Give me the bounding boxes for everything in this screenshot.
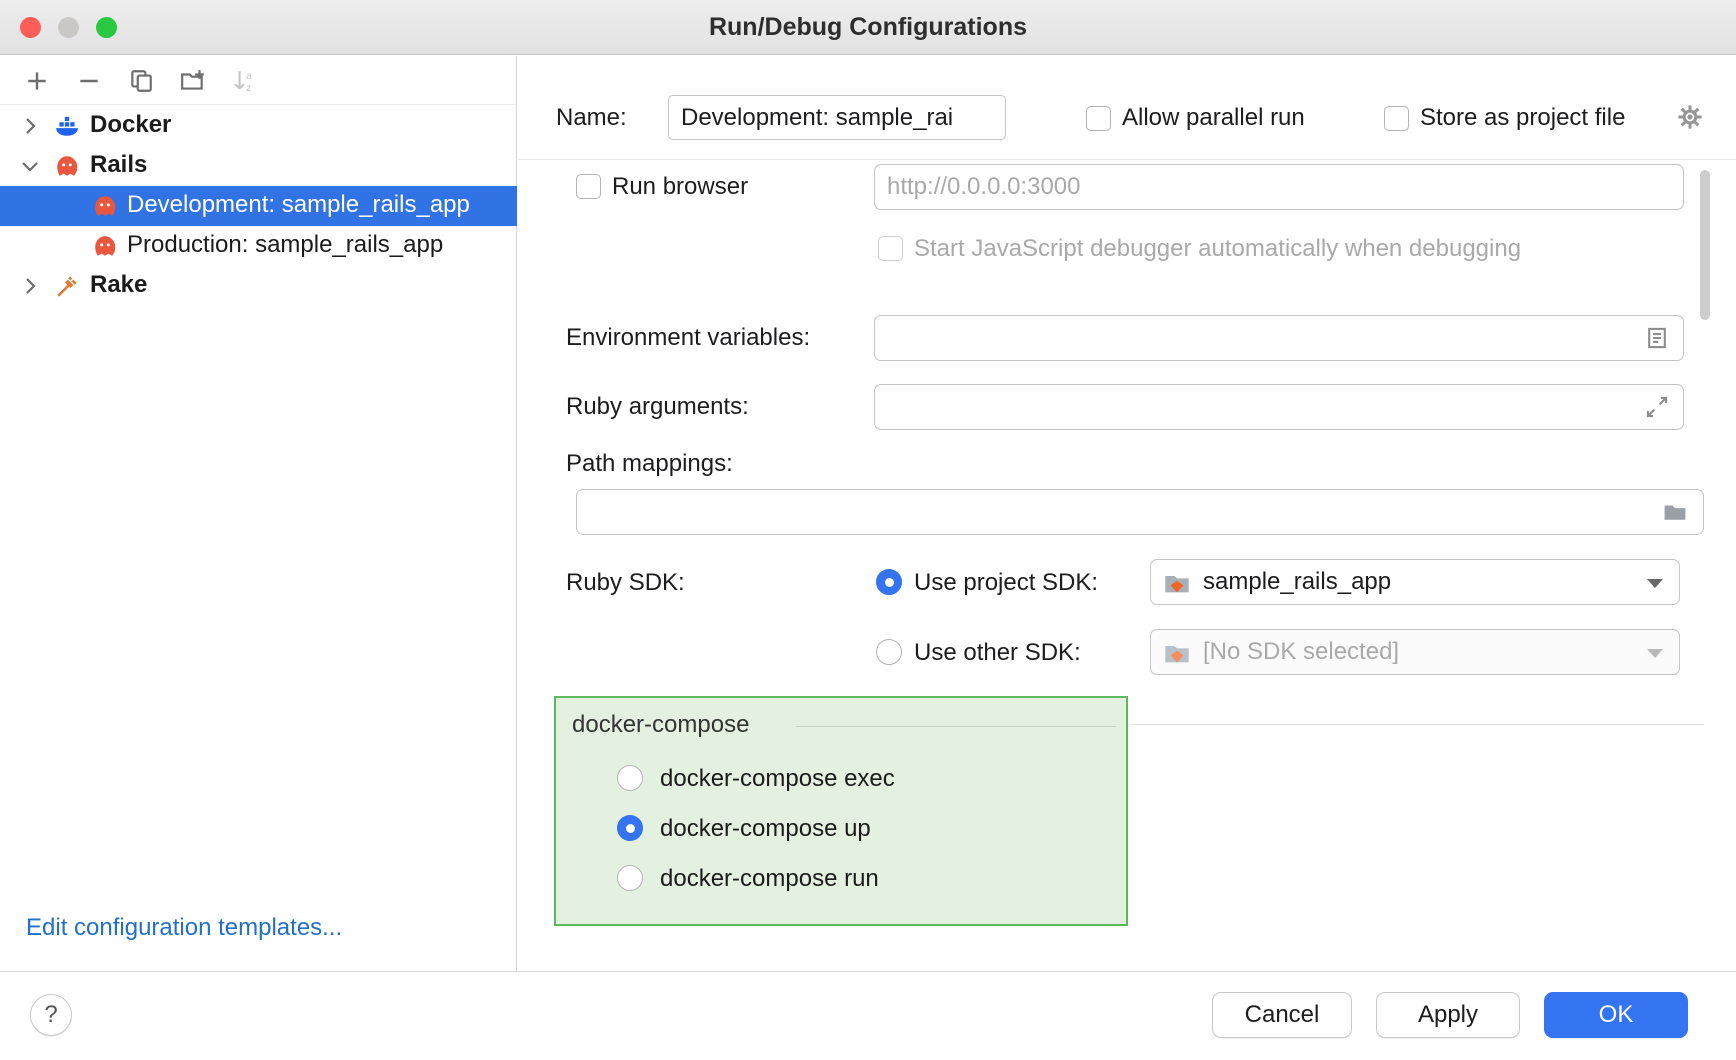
ruby-arguments-label: Ruby arguments:: [566, 393, 749, 421]
store-as-project-file-checkbox[interactable]: [1384, 106, 1409, 131]
help-button[interactable]: ?: [30, 994, 72, 1036]
copy-icon[interactable]: [128, 68, 154, 94]
docker-compose-up-radio[interactable]: [617, 815, 643, 841]
path-mappings-label: Path mappings:: [566, 450, 733, 478]
environment-variables-list-icon[interactable]: [1644, 325, 1670, 351]
ruby-sdk-label: Ruby SDK:: [566, 569, 685, 597]
vertical-scrollbar[interactable]: [1700, 170, 1710, 320]
svg-text:a: a: [246, 71, 252, 82]
chevron-right-icon[interactable]: [18, 114, 42, 138]
docker-compose-separator-line: [1130, 724, 1704, 725]
run-browser-checkbox[interactable]: [576, 174, 601, 199]
name-input[interactable]: [668, 95, 1006, 140]
rails-icon: [54, 153, 80, 179]
project-sdk-combobox[interactable]: sample_rails_app: [1150, 559, 1680, 605]
apply-button[interactable]: Apply: [1376, 992, 1520, 1038]
environment-variables-label: Environment variables:: [566, 324, 810, 352]
expand-field-icon[interactable]: [1644, 394, 1670, 420]
tree-item-rake[interactable]: Rake: [0, 266, 517, 306]
chevron-down-icon: [1647, 649, 1663, 658]
gear-icon[interactable]: [1676, 103, 1704, 131]
sort-alphabetically-icon[interactable]: az: [232, 68, 258, 94]
start-js-debugger-label: Start JavaScript debugger automatically …: [914, 235, 1521, 263]
path-mappings-input[interactable]: [576, 489, 1704, 535]
window-title: Run/Debug Configurations: [0, 0, 1736, 55]
edit-configuration-templates-link[interactable]: Edit configuration templates...: [26, 914, 342, 942]
ruby-sdk-gem-icon: [1163, 639, 1191, 667]
store-as-project-file-label: Store as project file: [1420, 104, 1625, 132]
docker-compose-group-title: docker-compose: [572, 711, 749, 739]
chevron-right-icon[interactable]: [18, 274, 42, 298]
ruby-arguments-input[interactable]: [874, 384, 1684, 430]
use-other-sdk-radio[interactable]: [876, 639, 902, 665]
tree-item-production-sample-rails-app[interactable]: Production: sample_rails_app: [0, 226, 517, 266]
other-sdk-value: [No SDK selected]: [1203, 638, 1399, 666]
run-browser-label: Run browser: [612, 173, 748, 201]
tree-item-label: Docker: [90, 111, 171, 139]
docker-icon: [54, 113, 80, 139]
ruby-sdk-gem-icon: [1163, 569, 1191, 597]
chevron-down-icon[interactable]: [18, 154, 42, 178]
run-debug-configurations-dialog: { "window": { "title": "Run/Debug Config…: [0, 0, 1736, 1060]
use-other-sdk-label: Use other SDK:: [914, 639, 1081, 667]
allow-parallel-run-label: Allow parallel run: [1122, 104, 1305, 132]
folder-browse-icon[interactable]: [1662, 499, 1688, 525]
cancel-button[interactable]: Cancel: [1212, 992, 1352, 1038]
other-sdk-combobox: [No SDK selected]: [1150, 629, 1680, 675]
configurations-sidebar: az Docker Rails Development: sample_rail…: [0, 56, 517, 971]
tree-item-label: Production: sample_rails_app: [127, 231, 443, 259]
new-folder-icon[interactable]: [180, 68, 206, 94]
titlebar: Run/Debug Configurations: [0, 0, 1736, 55]
docker-compose-run-label: docker-compose run: [660, 865, 879, 893]
tree-item-label: Rake: [90, 271, 147, 299]
docker-compose-exec-radio[interactable]: [617, 765, 643, 791]
browser-url-input: [874, 164, 1684, 210]
rails-icon: [92, 233, 118, 259]
name-label: Name:: [556, 104, 627, 132]
allow-parallel-run-checkbox[interactable]: [1086, 106, 1111, 131]
use-project-sdk-label: Use project SDK:: [914, 569, 1098, 597]
docker-compose-group: docker-compose docker-compose exec docke…: [554, 696, 1128, 926]
help-button-label: ?: [44, 1001, 57, 1029]
use-project-sdk-radio[interactable]: [876, 569, 902, 595]
tree-item-docker[interactable]: Docker: [0, 106, 517, 146]
rails-icon: [92, 193, 118, 219]
chevron-down-icon: [1647, 579, 1663, 588]
start-js-debugger-checkbox: [878, 236, 903, 261]
add-icon[interactable]: [24, 68, 50, 94]
tree-item-label: Development: sample_rails_app: [127, 191, 470, 219]
tree-item-label: Rails: [90, 151, 147, 179]
footer-divider: [0, 971, 1736, 972]
environment-variables-input[interactable]: [874, 315, 1684, 361]
svg-text:z: z: [246, 83, 251, 94]
rake-icon: [54, 273, 80, 299]
docker-compose-up-label: docker-compose up: [660, 815, 871, 843]
header-divider: [518, 159, 1736, 160]
docker-compose-separator-line: [796, 726, 1116, 727]
docker-compose-exec-label: docker-compose exec: [660, 765, 895, 793]
sidebar-toolbar: az: [0, 56, 516, 105]
remove-icon[interactable]: [76, 68, 102, 94]
tree-item-rails[interactable]: Rails: [0, 146, 517, 186]
docker-compose-run-radio[interactable]: [617, 865, 643, 891]
project-sdk-value: sample_rails_app: [1203, 568, 1391, 596]
tree-item-development-sample-rails-app[interactable]: Development: sample_rails_app: [0, 186, 517, 226]
ok-button[interactable]: OK: [1544, 992, 1688, 1038]
